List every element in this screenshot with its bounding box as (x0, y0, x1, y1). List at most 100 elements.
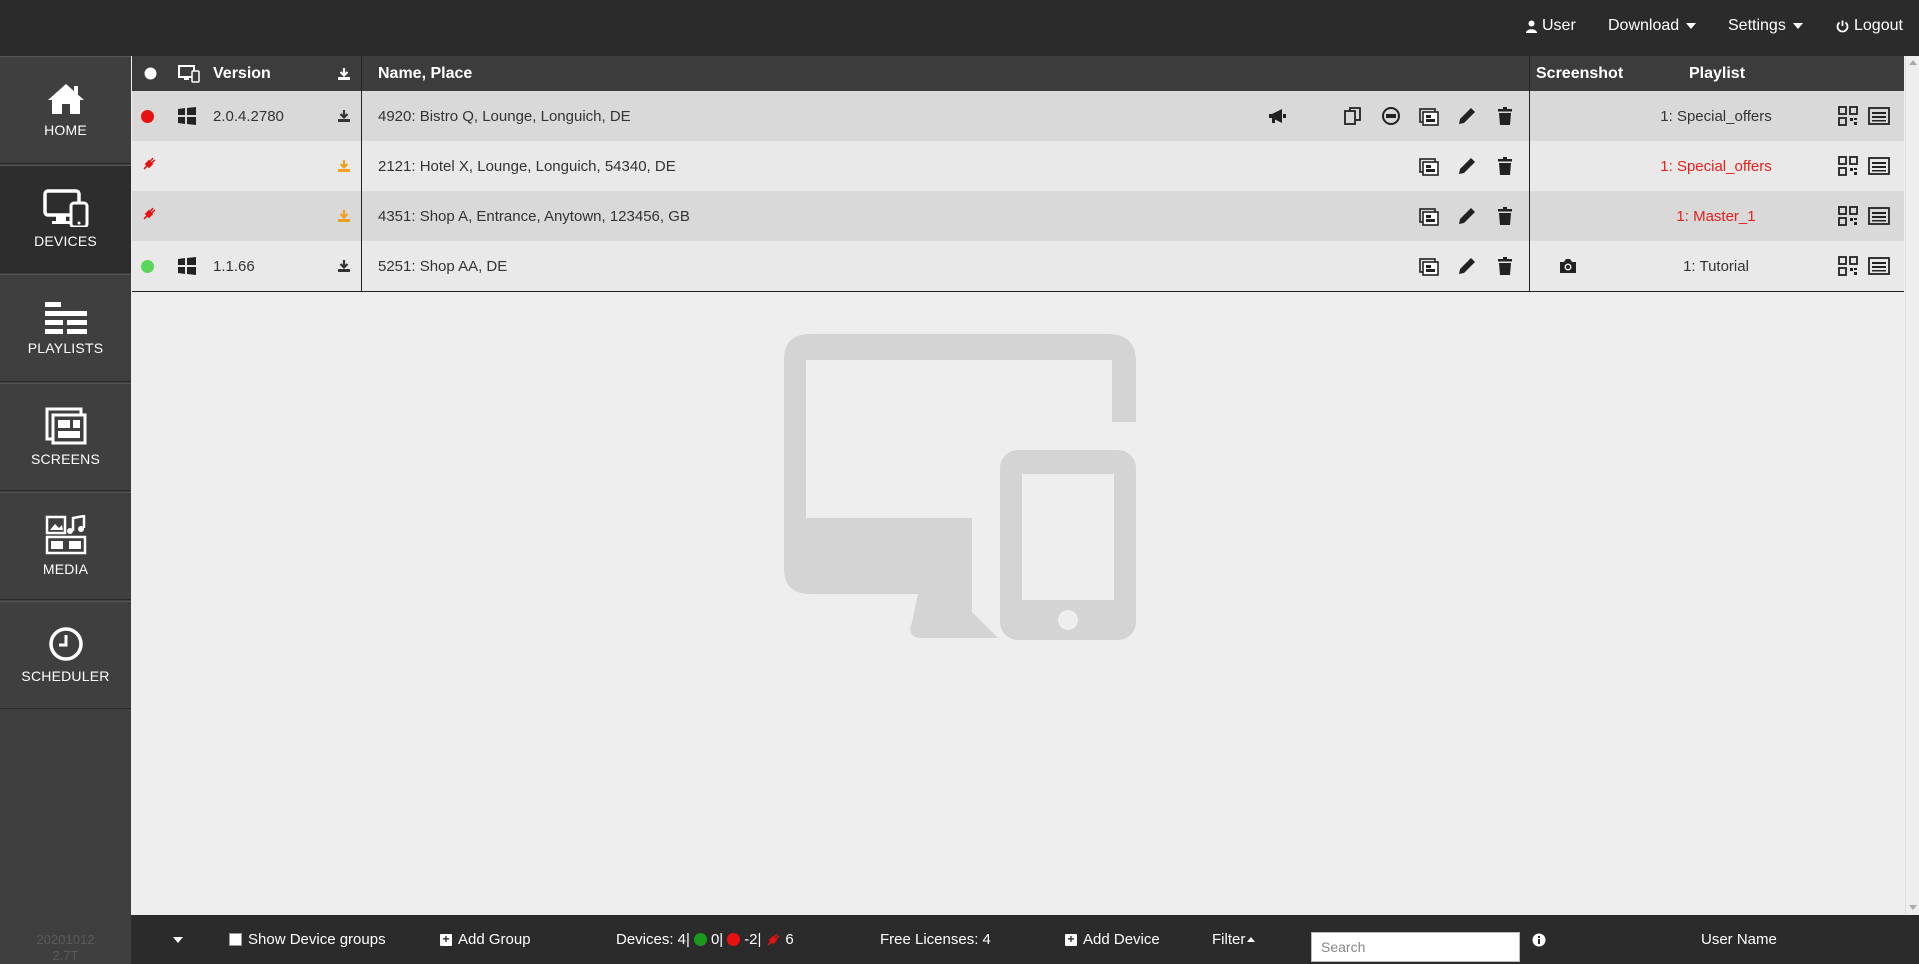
download-menu-label: Download (1608, 17, 1680, 34)
sidebar-item-label: HOME (44, 122, 87, 138)
top-navbar: User Download Settings Logout (0, 0, 1919, 56)
devices-icon (42, 189, 88, 227)
user-menu[interactable]: User (1526, 17, 1576, 35)
screenshot-column-header[interactable]: Screenshot (1536, 56, 1623, 91)
add-group-button[interactable]: + Add Group (440, 915, 531, 964)
qr-code-icon[interactable] (1838, 256, 1858, 276)
show-device-groups-toggle[interactable]: Show Device groups (229, 915, 386, 964)
device-name-cell[interactable]: 4920: Bistro Q, Lounge, Longuich, DE (378, 91, 631, 141)
logout-button[interactable]: Logout (1836, 17, 1903, 35)
sidebar-item-devices[interactable]: DEVICES (0, 165, 131, 273)
playlist-column-header[interactable]: Playlist (1689, 56, 1745, 91)
column-divider (1529, 56, 1530, 292)
qr-code-icon[interactable] (1838, 156, 1858, 176)
playlist-list-icon[interactable] (1868, 256, 1890, 276)
app-version: 20201012 2.7T (0, 932, 131, 964)
collapse-toggle[interactable] (171, 915, 183, 964)
version-cell: 2.0.4.2780 (213, 107, 284, 125)
version-column-header[interactable]: Version (213, 56, 271, 91)
vertical-scrollbar[interactable] (1905, 56, 1919, 914)
playlists-icon (44, 302, 87, 334)
sidebar-item-screens[interactable]: SCREENS (0, 383, 131, 491)
playlist-cell[interactable]: 1: Special_offers (1616, 141, 1816, 191)
sidebar-item-label: SCREENS (30, 451, 101, 467)
playlist-cell[interactable]: 1: Master_1 (1616, 191, 1816, 241)
online-dot-icon (693, 933, 707, 946)
scroll-up-icon[interactable] (1909, 60, 1917, 65)
version-line-2: 2.7T (52, 948, 79, 963)
qr-code-icon[interactable] (1838, 106, 1858, 126)
download-icon[interactable] (337, 209, 351, 223)
clock-icon (48, 627, 83, 661)
screens-icon[interactable] (1419, 256, 1439, 276)
caret-down-icon (1792, 23, 1803, 29)
table-header: Version Name, Place Screenshot Playlist (132, 56, 1904, 91)
scroll-down-icon[interactable] (1909, 905, 1917, 910)
add-device-button[interactable]: + Add Device (1065, 915, 1160, 964)
online-count: 0| (710, 931, 724, 948)
delete-icon[interactable] (1495, 106, 1515, 126)
device-name-cell[interactable]: 4351: Shop A, Entrance, Anytown, 123456,… (378, 191, 690, 241)
download-icon[interactable] (337, 159, 351, 173)
playlist-list-icon[interactable] (1868, 156, 1890, 176)
download-menu[interactable]: Download (1608, 17, 1697, 35)
sidebar-item-media[interactable]: MEDIA (0, 492, 131, 600)
device-name-cell[interactable]: 2121: Hotel X, Lounge, Longuich, 54340, … (378, 141, 676, 191)
delete-icon[interactable] (1495, 206, 1515, 226)
show-groups-checkbox[interactable] (229, 933, 242, 946)
table-bottom-border (132, 291, 1904, 292)
copy-icon[interactable] (1343, 106, 1363, 126)
screens-icon[interactable] (1419, 156, 1439, 176)
delete-icon[interactable] (1495, 156, 1515, 176)
edit-icon[interactable] (1457, 106, 1477, 126)
media-icon (45, 515, 86, 555)
footer-bar: Show Device groups + Add Group Devices: … (131, 915, 1919, 964)
plus-icon: + (440, 933, 452, 946)
edit-icon[interactable] (1457, 206, 1477, 226)
status-cell (141, 241, 154, 291)
delete-icon[interactable] (1495, 256, 1515, 276)
camera-icon[interactable] (1558, 256, 1578, 276)
edit-icon[interactable] (1457, 256, 1477, 276)
qr-code-icon[interactable] (1838, 206, 1858, 226)
remote-control-icon[interactable] (1381, 106, 1401, 126)
device-name-cell[interactable]: 5251: Shop AA, DE (378, 241, 507, 291)
filter-toggle[interactable]: Filter (1212, 915, 1256, 964)
filter-label: Filter (1212, 931, 1246, 948)
playlist-cell[interactable]: 1: Special_offers (1616, 91, 1816, 141)
info-icon (1532, 933, 1546, 946)
show-groups-label: Show Device groups (248, 931, 386, 948)
search-info[interactable] (1532, 915, 1546, 964)
unplugged-icon (767, 933, 780, 946)
add-device-label: Add Device (1083, 931, 1160, 948)
screens-icon[interactable] (1419, 206, 1439, 226)
sidebar-item-label: SCHEDULER (21, 668, 110, 684)
table-row[interactable]: 2121: Hotel X, Lounge, Longuich, 54340, … (132, 141, 1904, 191)
search-input[interactable] (1311, 932, 1520, 962)
sidebar: HOME DEVICES PLAYLISTS SCREENS MEDIA SCH… (0, 56, 131, 964)
table-row[interactable]: 1.1.66 5251: Shop AA, DE 1: Tutorial (132, 241, 1904, 291)
download-icon[interactable] (337, 109, 351, 123)
settings-menu[interactable]: Settings (1728, 17, 1803, 35)
sidebar-item-home[interactable]: HOME (0, 56, 131, 164)
status-cell (141, 91, 154, 141)
playlist-list-icon[interactable] (1868, 106, 1890, 126)
os-column-header[interactable] (178, 56, 200, 91)
playlist-cell[interactable]: 1: Tutorial (1616, 241, 1816, 291)
edit-icon[interactable] (1457, 156, 1477, 176)
table-row[interactable]: 4351: Shop A, Entrance, Anytown, 123456,… (132, 191, 1904, 241)
logout-label: Logout (1854, 17, 1903, 34)
sidebar-item-scheduler[interactable]: SCHEDULER (0, 601, 131, 709)
footer-user-name: User Name (1701, 931, 1777, 948)
download-column-header[interactable] (337, 56, 351, 91)
screens-icon[interactable] (1419, 106, 1439, 126)
announce-icon[interactable] (1267, 106, 1287, 126)
status-column-header[interactable] (144, 56, 157, 91)
table-row[interactable]: 2.0.4.2780 4920: Bistro Q, Lounge, Longui… (132, 91, 1904, 141)
download-icon (338, 67, 350, 80)
playlist-list-icon[interactable] (1868, 206, 1890, 226)
sidebar-item-playlists[interactable]: PLAYLISTS (0, 274, 131, 382)
name-place-column-header[interactable]: Name, Place (378, 56, 472, 91)
sidebar-item-label: MEDIA (42, 561, 89, 577)
download-icon[interactable] (337, 259, 351, 273)
